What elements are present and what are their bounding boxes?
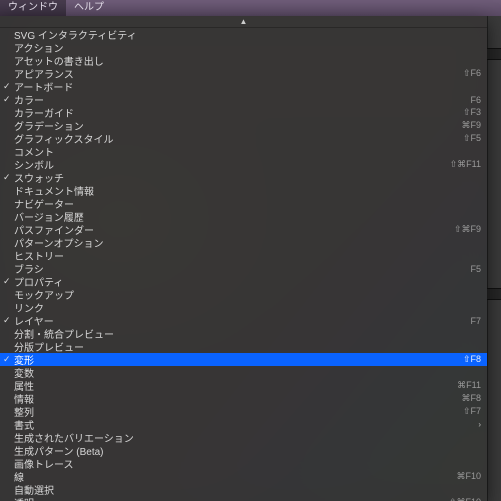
check-icon: ✓ (3, 172, 11, 183)
panel-notch[interactable] (487, 288, 501, 300)
menu-help[interactable]: ヘルプ (66, 0, 112, 16)
menu-item-shortcut: ⇧⌘F9 (448, 224, 481, 235)
window-menu-dropdown: ▲ SVG インタラクティビティアクションアセットの書き出しアピアランス⇧F6✓… (0, 16, 487, 501)
menu-item-shortcut: ⌘F10 (450, 471, 481, 482)
menu-item-shortcut: ⌘F11 (451, 380, 481, 391)
menu-item-shortcut: F6 (464, 95, 481, 105)
menu-item-shortcut: ⌘F8 (455, 393, 481, 404)
menu-item-shortcut: F7 (464, 316, 481, 326)
menu-item-shortcut: F5 (464, 264, 481, 274)
check-icon: ✓ (3, 81, 11, 92)
check-icon: ✓ (3, 94, 11, 105)
check-icon: ✓ (3, 276, 11, 287)
check-icon: ✓ (3, 354, 11, 365)
check-icon: ✓ (3, 315, 11, 326)
menu-item-shortcut: ⇧F7 (457, 406, 481, 417)
menu-item-shortcut: ⇧F3 (457, 107, 481, 118)
menu-item-shortcut: ⇧F8 (457, 354, 481, 365)
menu-scroll-up[interactable]: ▲ (0, 16, 487, 28)
menu-item[interactable]: 透明⇧⌘F10 (0, 496, 487, 501)
menu-items: SVG インタラクティビティアクションアセットの書き出しアピアランス⇧F6✓アー… (0, 28, 487, 501)
menu-item-label: 透明 (14, 495, 443, 501)
menu-item-shortcut: ⇧⌘F10 (443, 497, 481, 501)
menu-item-shortcut: ⇧F6 (457, 68, 481, 79)
menu-item-shortcut: ⌘F9 (455, 120, 481, 131)
menubar: ウィンドウ ヘルプ (0, 0, 501, 16)
chevron-up-icon: ▲ (240, 17, 248, 26)
panel-notch[interactable] (487, 48, 501, 60)
menu-item-shortcut: ⇧⌘F11 (444, 159, 481, 170)
menu-item-shortcut: ⇧F5 (457, 133, 481, 144)
right-panel-strip (487, 16, 501, 501)
chevron-right-icon: › (478, 420, 481, 429)
menu-window[interactable]: ウィンドウ (0, 0, 66, 16)
